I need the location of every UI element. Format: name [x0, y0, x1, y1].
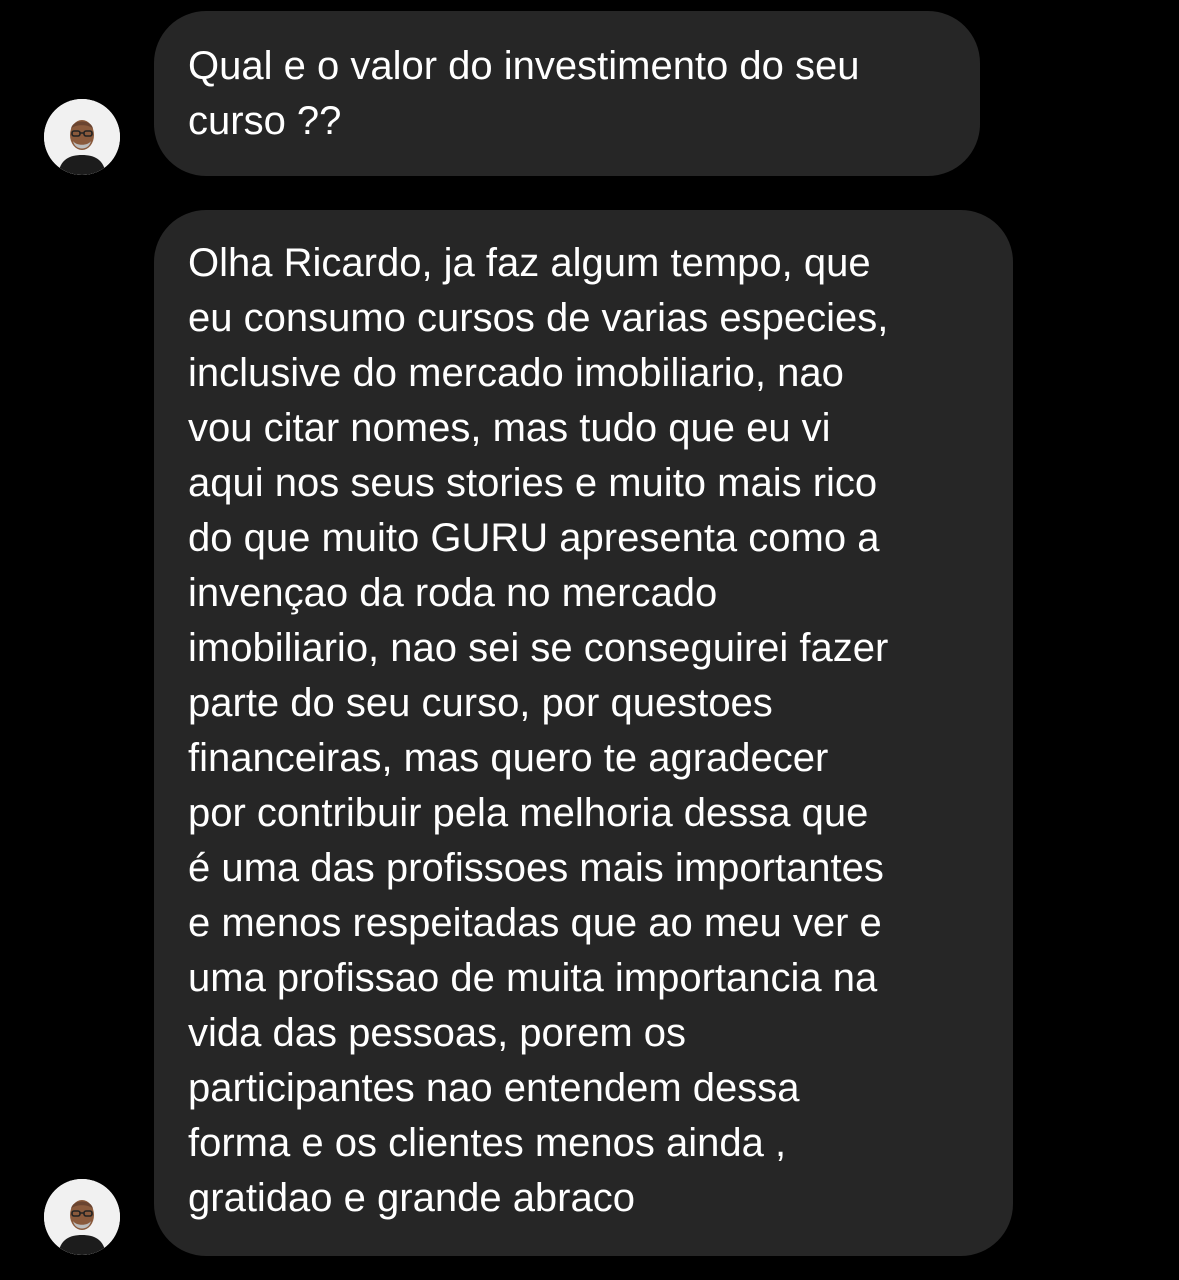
message-text: Olha Ricardo, ja faz algum tempo, que eu…	[188, 241, 889, 1220]
avatar-photo-icon	[44, 99, 120, 175]
contact-avatar[interactable]	[44, 1179, 120, 1255]
avatar-photo-icon	[44, 1179, 120, 1255]
message-text: Qual e o valor do investimento do seu cu…	[188, 44, 860, 143]
contact-avatar[interactable]	[44, 99, 120, 175]
message-bubble[interactable]: Olha Ricardo, ja faz algum tempo, que eu…	[154, 210, 1013, 1256]
message-bubble[interactable]: Qual e o valor do investimento do seu cu…	[154, 11, 980, 176]
